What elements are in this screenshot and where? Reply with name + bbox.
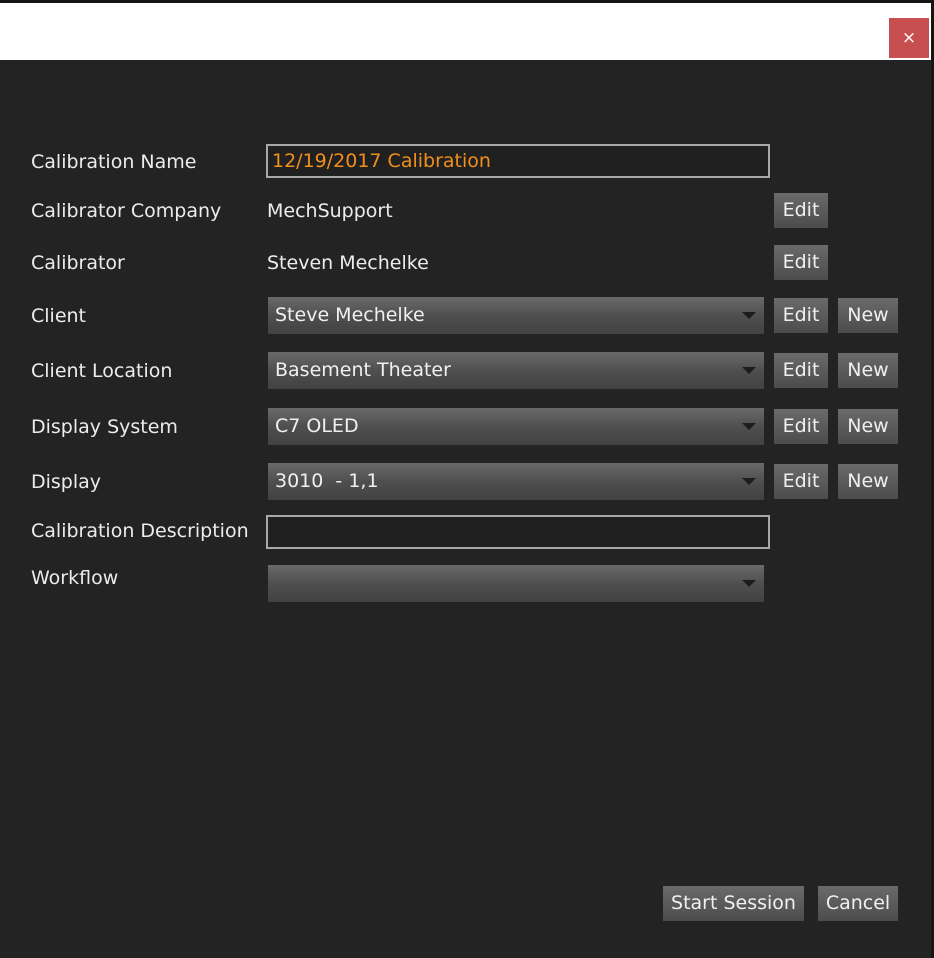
edit-calibrator-button[interactable]: Edit	[774, 245, 828, 280]
chevron-down-icon	[742, 367, 756, 374]
display-system-label: Display System	[31, 416, 178, 438]
calibration-name-value: 12/19/2017 Calibration	[272, 150, 491, 172]
calibrator-value: Steven Mechelke	[267, 252, 429, 274]
chevron-down-icon	[742, 312, 756, 319]
new-client-button[interactable]: New	[838, 298, 898, 333]
calibrator-label: Calibrator	[31, 252, 125, 274]
client-selected: Steve Mechelke	[275, 304, 425, 326]
cancel-button[interactable]: Cancel	[818, 886, 898, 921]
display-system-dropdown[interactable]: C7 OLED	[268, 408, 764, 445]
client-location-dropdown[interactable]: Basement Theater	[268, 352, 764, 389]
close-button[interactable]: ×	[889, 18, 929, 58]
new-client-location-button[interactable]: New	[838, 353, 898, 388]
chevron-down-icon	[742, 580, 756, 587]
display-selected: 3010 - 1,1	[275, 470, 379, 492]
title-bar: ×	[0, 3, 931, 60]
edit-display-button[interactable]: Edit	[774, 464, 828, 499]
edit-client-button[interactable]: Edit	[774, 298, 828, 333]
edit-client-location-button[interactable]: Edit	[774, 353, 828, 388]
edit-display-system-button[interactable]: Edit	[774, 409, 828, 444]
display-dropdown[interactable]: 3010 - 1,1	[268, 463, 764, 500]
edit-calibrator-company-button[interactable]: Edit	[774, 193, 828, 228]
workflow-dropdown[interactable]	[268, 565, 764, 602]
chevron-down-icon	[742, 478, 756, 485]
workflow-label: Workflow	[31, 567, 119, 589]
start-session-button[interactable]: Start Session	[663, 886, 804, 921]
calibration-description-input[interactable]	[266, 515, 770, 549]
calibration-name-input[interactable]: 12/19/2017 Calibration	[266, 144, 770, 178]
display-label: Display	[31, 471, 102, 493]
calibration-description-label: Calibration Description	[31, 520, 249, 542]
close-icon: ×	[901, 28, 917, 48]
client-location-selected: Basement Theater	[275, 359, 451, 381]
calibration-name-label: Calibration Name	[31, 151, 197, 173]
chevron-down-icon	[742, 423, 756, 430]
client-location-label: Client Location	[31, 360, 173, 382]
calibrator-company-value: MechSupport	[267, 200, 393, 222]
display-system-selected: C7 OLED	[275, 415, 359, 437]
client-dropdown[interactable]: Steve Mechelke	[268, 297, 764, 334]
client-label: Client	[31, 305, 87, 327]
calibrator-company-label: Calibrator Company	[31, 200, 222, 222]
new-display-system-button[interactable]: New	[838, 409, 898, 444]
new-display-button[interactable]: New	[838, 464, 898, 499]
